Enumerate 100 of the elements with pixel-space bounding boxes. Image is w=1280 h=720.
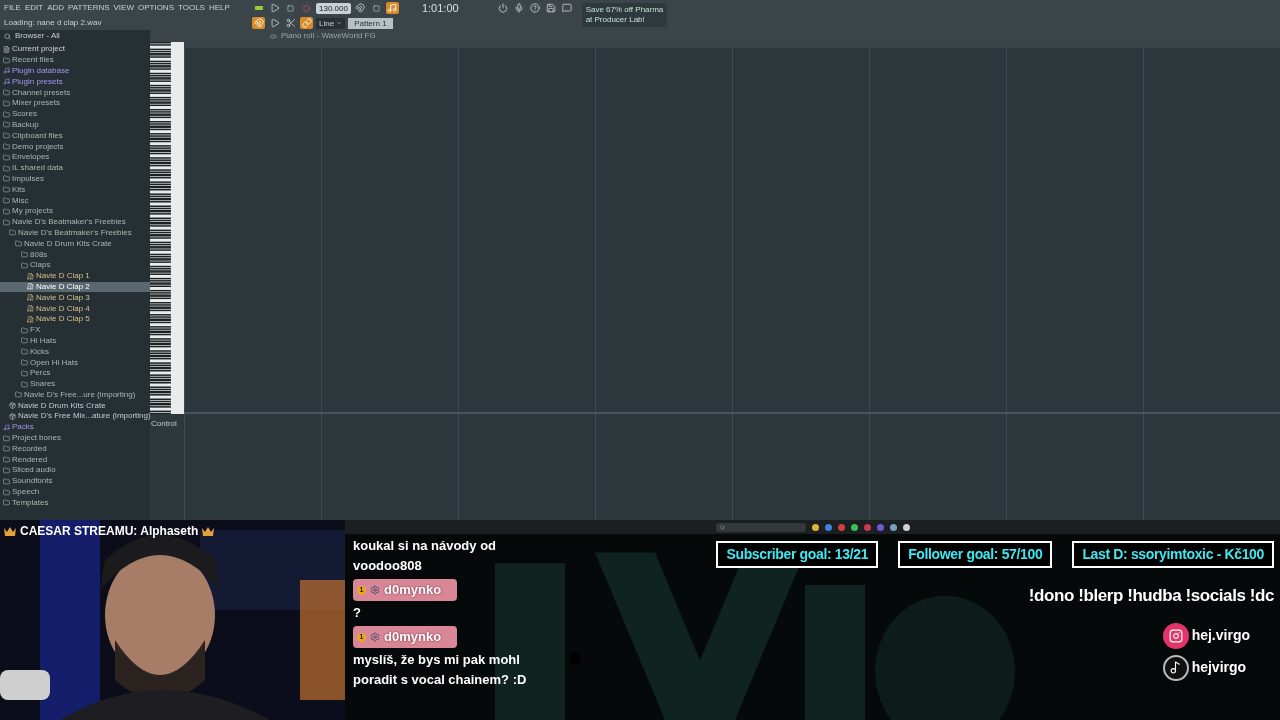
audio-file-icon <box>27 315 34 323</box>
arrow-icon <box>269 18 280 28</box>
browser-item[interactable]: IL shared data <box>0 162 150 174</box>
menu-item[interactable]: FILE <box>4 1 21 14</box>
audio-file-icon <box>27 305 34 312</box>
folder-icon <box>3 434 10 442</box>
menu-item[interactable]: EDIT <box>24 1 44 14</box>
browser-item[interactable]: Navie D's Free Mix...ature (importing) <box>0 411 150 422</box>
browser-item[interactable]: Plugin presets <box>0 76 150 88</box>
menu-item[interactable]: TOOLS <box>178 1 205 14</box>
browser-item[interactable]: Demo projects <box>0 141 150 152</box>
note-icon <box>3 67 10 75</box>
browser-item[interactable]: Navie D Drum Kits Crate <box>0 238 150 250</box>
countdown-button[interactable] <box>385 2 399 14</box>
folder-icon <box>3 89 10 97</box>
mic-icon <box>514 3 525 13</box>
folder-icon <box>21 326 28 334</box>
caret-icon <box>336 20 343 26</box>
help-button[interactable] <box>528 2 542 14</box>
folder-icon <box>21 337 28 345</box>
tempo-display[interactable]: 130.000 <box>316 2 351 14</box>
save-button[interactable] <box>544 2 558 14</box>
browser-item[interactable]: Sliced audio <box>0 465 150 476</box>
browser-item[interactable]: Misc <box>0 195 150 206</box>
browser-item[interactable]: Navie D Clap 5 <box>0 313 150 325</box>
snap-dropdown[interactable]: Line <box>316 17 346 29</box>
browser-item[interactable]: 808s <box>0 249 150 260</box>
chat-message: myslíš, že bys mi pak mohl poradit s vocal chainem? :D <box>353 651 528 689</box>
browser-item[interactable]: Templates <box>0 497 150 509</box>
menu-item[interactable]: PATTERNS <box>68 1 110 14</box>
note-icon <box>3 78 10 86</box>
browser-item[interactable]: Current project <box>0 44 150 55</box>
chat-message: ? <box>353 604 362 622</box>
browser-item[interactable]: Recent files <box>0 54 150 66</box>
browser-item[interactable]: Speech <box>0 486 150 498</box>
metronome-button[interactable] <box>353 2 367 14</box>
chat-icon <box>562 3 573 13</box>
chat-username: d0mynko <box>384 628 442 647</box>
snap-button[interactable] <box>252 17 265 29</box>
goal-banner: Last D: ssoryimtoxic - Kč100 <box>1072 541 1274 568</box>
folder-icon <box>3 197 10 205</box>
pattern-selector[interactable]: Pattern 1 <box>348 17 393 29</box>
browser-item[interactable]: Plugin database <box>0 65 150 77</box>
browser-item[interactable]: Mixer presets <box>0 98 150 109</box>
browser-item[interactable]: Kicks <box>0 346 150 358</box>
browser-item[interactable]: Percs <box>0 367 150 379</box>
folder-icon <box>15 391 22 399</box>
browser-item[interactable]: Navie D's Beatmaker's Freebies <box>0 216 150 228</box>
folder-icon <box>3 488 10 496</box>
browser-item[interactable]: Clipboard files <box>0 130 150 142</box>
browser-item[interactable]: Backup <box>0 119 150 131</box>
menu-item[interactable]: HELP <box>208 1 230 14</box>
browser-item[interactable]: Snares <box>0 378 150 390</box>
browser-item[interactable]: Project bones <box>0 432 150 444</box>
browser-item[interactable]: Navie D's Beatmaker's Freebies <box>0 227 150 239</box>
promo-text: at Producer Lab! <box>585 15 646 25</box>
browser-item[interactable]: Navie D's Free...ure (importing) <box>0 389 150 401</box>
package-icon <box>9 402 16 410</box>
promo-banner[interactable]: Save 67% off Pharma at Producer Lab! <box>581 3 668 27</box>
magnet-icon <box>355 3 366 13</box>
browser-item[interactable]: Kits <box>0 184 150 196</box>
menu-item[interactable]: ADD <box>47 1 65 14</box>
browser-item[interactable]: Packs <box>0 421 150 433</box>
folder-icon <box>3 143 10 151</box>
browser-item[interactable]: Channel presets <box>0 87 150 98</box>
package-icon <box>9 413 16 420</box>
folder-icon <box>3 218 10 226</box>
browser-item[interactable]: Open Hi Hats <box>0 357 150 368</box>
menu-item[interactable]: VIEW <box>113 1 134 14</box>
power-icon <box>498 3 509 13</box>
browser-item[interactable]: Navie D Clap 1 <box>0 270 150 282</box>
link-button[interactable] <box>300 17 313 29</box>
menu-item[interactable]: OPTIONS <box>137 1 174 14</box>
folder-icon <box>21 261 28 269</box>
audio-file-icon <box>27 283 34 291</box>
folder-icon <box>21 369 28 377</box>
folder-icon <box>3 477 10 485</box>
scissors-icon <box>285 18 296 28</box>
browser-item[interactable]: My projects <box>0 205 150 217</box>
browser-item[interactable]: Rendered <box>0 454 150 466</box>
browser-item[interactable]: Scores <box>0 108 150 120</box>
browser-item[interactable]: Soundfonts <box>0 475 150 487</box>
browser-item[interactable]: FX <box>0 324 150 336</box>
folder-icon <box>3 99 10 107</box>
folder-icon <box>3 121 10 129</box>
browser-item[interactable]: Navie D Clap 3 <box>0 292 150 304</box>
folder-icon <box>3 207 10 215</box>
draw-button[interactable] <box>284 17 297 29</box>
browser-item[interactable]: Navie D Clap 2 <box>0 281 150 293</box>
browser-item[interactable]: Navie D Clap 4 <box>0 303 150 314</box>
chat-button[interactable] <box>560 2 574 14</box>
browser-item[interactable]: Claps <box>0 259 150 271</box>
browser-item[interactable]: Hi Hats <box>0 335 150 347</box>
chat-username: d0mynko <box>384 581 442 600</box>
browser-item[interactable]: Impulses <box>0 173 150 185</box>
browser-item[interactable]: Navie D Drum Kits Crate <box>0 400 150 412</box>
audio-file-icon <box>27 294 34 302</box>
folder-icon <box>21 359 28 366</box>
browser-item[interactable]: Envelopes <box>0 151 150 163</box>
browser-item[interactable]: Recorded <box>0 443 150 455</box>
